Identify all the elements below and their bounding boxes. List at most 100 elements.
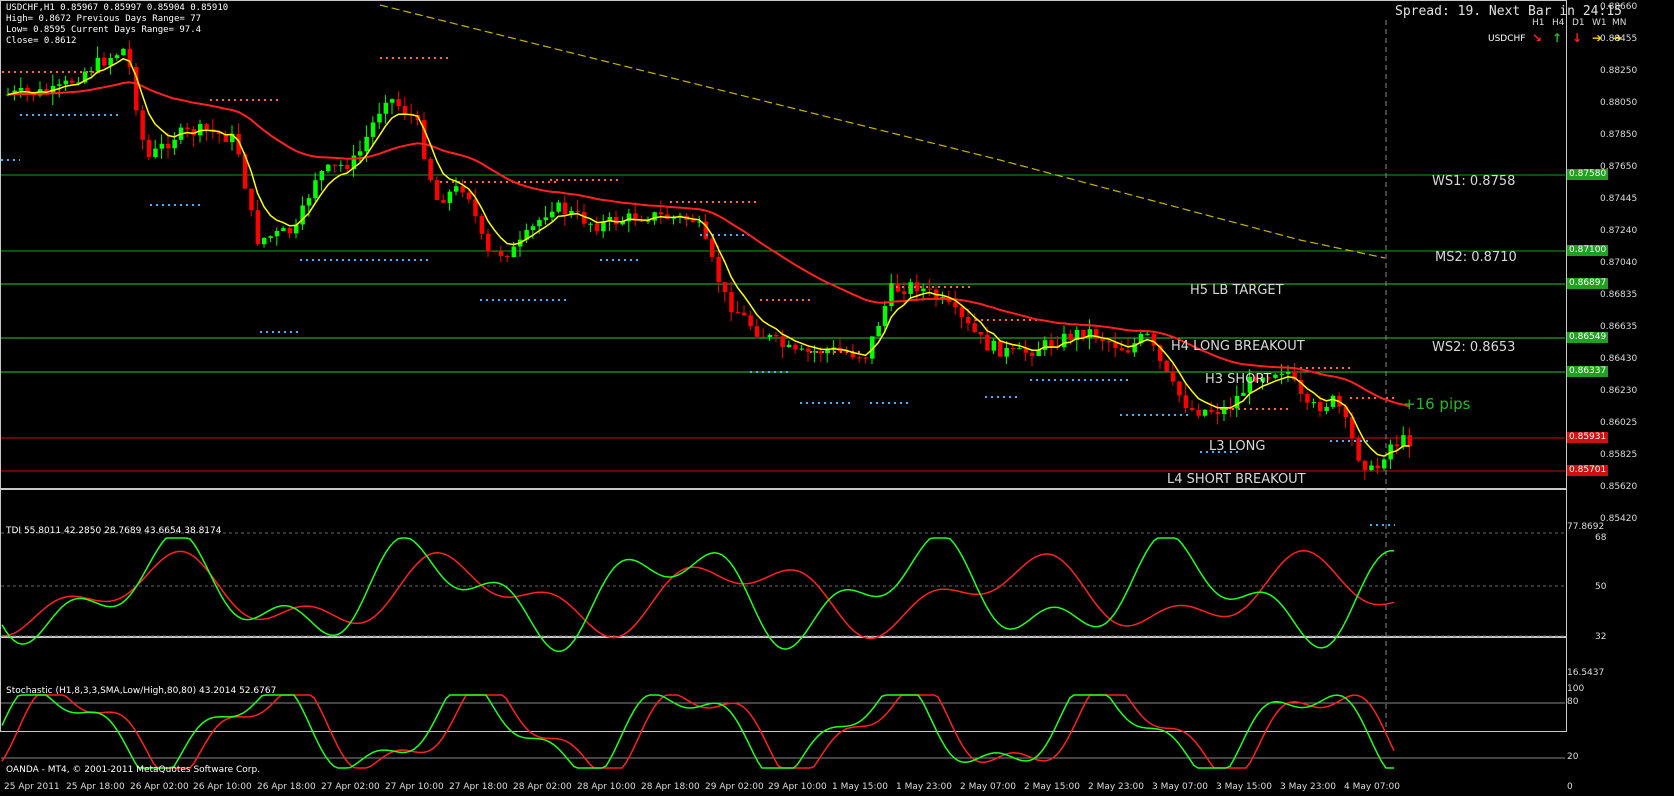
- h4-label: H4 LONG BREAKOUT: [1171, 339, 1305, 354]
- candle-body: [402, 106, 408, 115]
- tf-label: D1: [1572, 18, 1585, 28]
- candle-body: [1030, 352, 1035, 356]
- candle-body: [799, 348, 805, 350]
- candle-body: [1004, 347, 1009, 357]
- chart-window[interactable]: USDCHF,H1 0.85967 0.85997 0.85904 0.8591…: [0, 0, 1674, 796]
- candle-body: [614, 217, 619, 225]
- candle-body: [345, 164, 350, 169]
- candle-body: [1068, 333, 1073, 341]
- candle-body: [1324, 406, 1329, 411]
- candle-body: [204, 124, 209, 130]
- candle-body: [1330, 395, 1336, 407]
- candle-body: [1382, 459, 1387, 469]
- candle-body: [735, 312, 741, 314]
- candle-body: [383, 102, 389, 114]
- candle-body: [1305, 393, 1310, 403]
- candle-body: [1049, 340, 1054, 347]
- timeframe-row: H1 H4 D1 W1 MN: [1532, 18, 1660, 30]
- ws1-label: WS1: 0.8758: [1432, 174, 1516, 189]
- time-tick: 28 Apr 02:00: [513, 782, 572, 792]
- candle-body: [434, 180, 440, 200]
- stoch-tick: 20: [1567, 752, 1579, 762]
- candle-body: [108, 58, 113, 66]
- long-ma-line: [379, 4, 1386, 259]
- candle-body: [991, 340, 997, 351]
- candle-body: [927, 288, 933, 290]
- price-tick: 0.85420: [1600, 514, 1638, 524]
- price-tag: 0.85931: [1567, 432, 1609, 443]
- candle-body: [1164, 360, 1169, 372]
- candle-body: [550, 211, 555, 218]
- candle-body: [1234, 395, 1240, 409]
- candle-body: [857, 357, 862, 359]
- candle-body: [57, 84, 62, 86]
- time-tick: 26 Apr 18:00: [257, 782, 316, 792]
- tdi-tick: 68: [1595, 533, 1607, 543]
- price-tag: 0.87100: [1567, 245, 1609, 256]
- candle-body: [102, 57, 107, 66]
- h3-label: H3 SHORT: [1205, 372, 1272, 387]
- candle-body: [902, 291, 907, 294]
- price-tick: 0.85620: [1600, 482, 1638, 492]
- candle-body: [1311, 402, 1317, 404]
- candle-body: [1196, 410, 1201, 416]
- candle-body: [377, 113, 382, 123]
- high-info: High= 0.8672 Previous Days Range= 77: [6, 14, 202, 24]
- candle-body: [319, 170, 325, 181]
- price-tick: 0.86230: [1600, 386, 1638, 396]
- candle-body: [255, 210, 261, 245]
- candle-body: [262, 237, 267, 245]
- low-info: Low= 0.8595 Current Days Range= 97.4: [6, 25, 202, 35]
- stoch-tick: 0: [1567, 782, 1573, 792]
- copyright-text: OANDA - MT4, © 2001-2011 MetaQuotes Soft…: [6, 765, 261, 775]
- candle-body: [479, 216, 485, 234]
- candle-body: [396, 99, 401, 107]
- fast-ma-line: [7, 57, 1410, 457]
- candle-body: [505, 255, 510, 258]
- l3-label: L3 LONG: [1209, 439, 1266, 454]
- time-tick: 26 Apr 02:00: [130, 782, 189, 792]
- candle-body: [1369, 465, 1374, 471]
- price-tick: 0.86430: [1600, 354, 1638, 364]
- candle-body: [588, 223, 593, 225]
- candle-body: [332, 164, 337, 166]
- candle-body: [1362, 460, 1368, 471]
- time-tick: 2 May 23:00: [1088, 782, 1144, 792]
- candle-body: [594, 223, 600, 232]
- tdi-tick: 50: [1595, 582, 1607, 592]
- candle-body: [1279, 373, 1285, 375]
- candle-body: [172, 139, 177, 149]
- time-tick: 29 Apr 02:00: [705, 782, 764, 792]
- candle-body: [306, 198, 312, 206]
- tf-arrow-icon: ↘: [1532, 31, 1543, 45]
- h5-label: H5 LB TARGET: [1190, 283, 1284, 298]
- candle-body: [358, 151, 363, 156]
- price-tick: 0.85825: [1600, 450, 1638, 460]
- tf-symbol: USDCHF: [1488, 34, 1526, 44]
- candle-body: [454, 186, 459, 192]
- candle-body: [313, 180, 318, 199]
- tdi-tick: 32: [1595, 632, 1607, 642]
- candle-body: [748, 315, 753, 327]
- candle-body: [1126, 350, 1131, 353]
- price-tag: 0.85701: [1567, 465, 1609, 476]
- candle-body: [364, 136, 369, 152]
- price-tick: 0.87040: [1600, 258, 1638, 268]
- candle-body: [742, 312, 747, 316]
- tdi-tick: 77.8692: [1567, 522, 1605, 532]
- candle-body: [146, 139, 152, 157]
- tdi-label: TDI 55.8011 42.2850 28.7689 43.6654 38.8…: [6, 526, 222, 536]
- candle-body: [543, 217, 549, 221]
- ms2-label: MS2: 0.8710: [1435, 250, 1517, 265]
- stochastic-label: Stochastic (H1,8,3,3,SMA,Low/High,80,80)…: [6, 686, 277, 696]
- candle-body: [95, 57, 101, 71]
- candle-body: [249, 188, 254, 211]
- candle-body: [774, 334, 779, 337]
- price-tick: 0.88455: [1600, 34, 1638, 44]
- candle-body: [1010, 347, 1016, 349]
- spread-info: Spread: 19. Next Bar in 24:15: [1395, 4, 1622, 19]
- tf-arrow-icon: ↓: [1572, 31, 1583, 45]
- candle-body: [1394, 444, 1400, 447]
- candle-body: [966, 317, 971, 324]
- time-tick: 27 Apr 18:00: [449, 782, 508, 792]
